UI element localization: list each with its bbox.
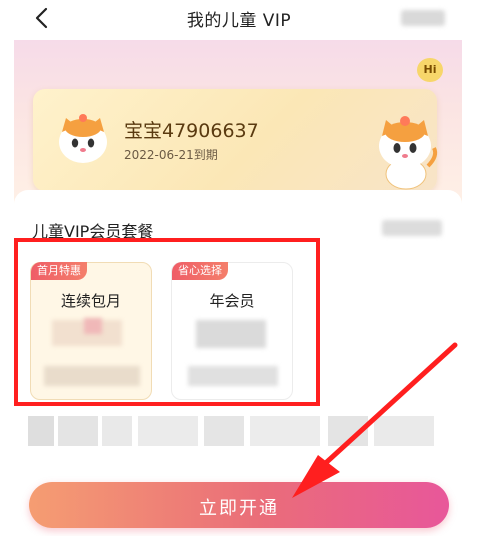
- blurred-agreement-text: [28, 416, 434, 446]
- cat-avatar-icon: [59, 114, 107, 163]
- blurred-top-right: [401, 10, 445, 26]
- cat-mascot-icon: [379, 116, 438, 190]
- expire-date: 2022-06-21到期: [124, 148, 218, 162]
- highlight-box: [14, 238, 320, 406]
- open-vip-button[interactable]: 立即开通: [29, 482, 449, 528]
- blurred-section-link[interactable]: [382, 220, 442, 236]
- username: 宝宝47906637: [124, 120, 259, 142]
- hi-badge[interactable]: Hi: [417, 58, 443, 82]
